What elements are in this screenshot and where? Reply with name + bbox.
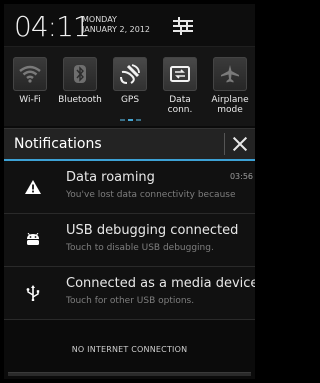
wifi-icon <box>19 65 41 83</box>
status-header: 04:11 MONDAY JANUARY 2, 2012 <box>4 4 255 46</box>
toggle-label: GPS <box>120 95 140 105</box>
notification-title: USB debugging connected <box>66 223 239 238</box>
notification-item[interactable]: Connected as a media device Touch for ot… <box>4 267 255 320</box>
toggle-label: Data conn. <box>167 95 193 115</box>
bluetooth-icon <box>74 65 86 83</box>
toggle-gps[interactable]: GPS <box>106 57 154 111</box>
notification-shade: 04:11 MONDAY JANUARY 2, 2012 Wi-Fi Bluet… <box>4 4 255 379</box>
notification-text: Touch for other USB options. <box>66 296 195 306</box>
toggle-wifi[interactable]: Wi-Fi <box>6 57 54 111</box>
date: MONDAY JANUARY 2, 2012 <box>82 15 151 34</box>
usb-icon <box>26 285 40 301</box>
drag-handle[interactable] <box>8 372 251 376</box>
quick-settings-button[interactable] <box>168 14 198 38</box>
notification-text: You've lost data connectivity because <box>66 190 236 200</box>
notification-item[interactable]: Data roaming 03:56 You've lost data conn… <box>4 161 255 214</box>
toggle-bluetooth[interactable]: Bluetooth <box>56 57 104 111</box>
notifications-header: Notifications <box>4 128 255 161</box>
clear-all-button[interactable] <box>231 135 249 153</box>
warning-icon <box>25 180 41 194</box>
notification-item[interactable]: USB debugging connected Touch to disable… <box>4 214 255 267</box>
android-icon <box>27 233 39 245</box>
notification-time: 03:56 <box>229 172 253 181</box>
notification-text: Touch to disable USB debugging. <box>66 243 214 253</box>
sliders-icon <box>173 17 193 35</box>
notifications-title: Notifications <box>14 136 102 152</box>
notification-title: Data roaming <box>66 170 155 185</box>
toggle-data-connection[interactable]: Data conn. <box>156 57 204 115</box>
notification-title: Connected as a media device <box>66 276 255 291</box>
page-indicator <box>120 119 141 121</box>
toggle-label: Bluetooth <box>58 95 102 105</box>
airplane-icon <box>221 65 239 83</box>
toggle-label: Airplane mode <box>211 95 249 115</box>
quick-toggles: Wi-Fi Bluetooth GPS Data conn. Airplane … <box>4 46 255 126</box>
network-status: NO INTERNET CONNECTION <box>71 345 188 354</box>
toggle-label: Wi-Fi <box>19 95 41 105</box>
gps-icon <box>120 64 140 84</box>
clock: 04:11 <box>14 10 91 43</box>
data-connection-icon <box>170 66 190 82</box>
toggle-airplane-mode[interactable]: Airplane mode <box>206 57 254 115</box>
